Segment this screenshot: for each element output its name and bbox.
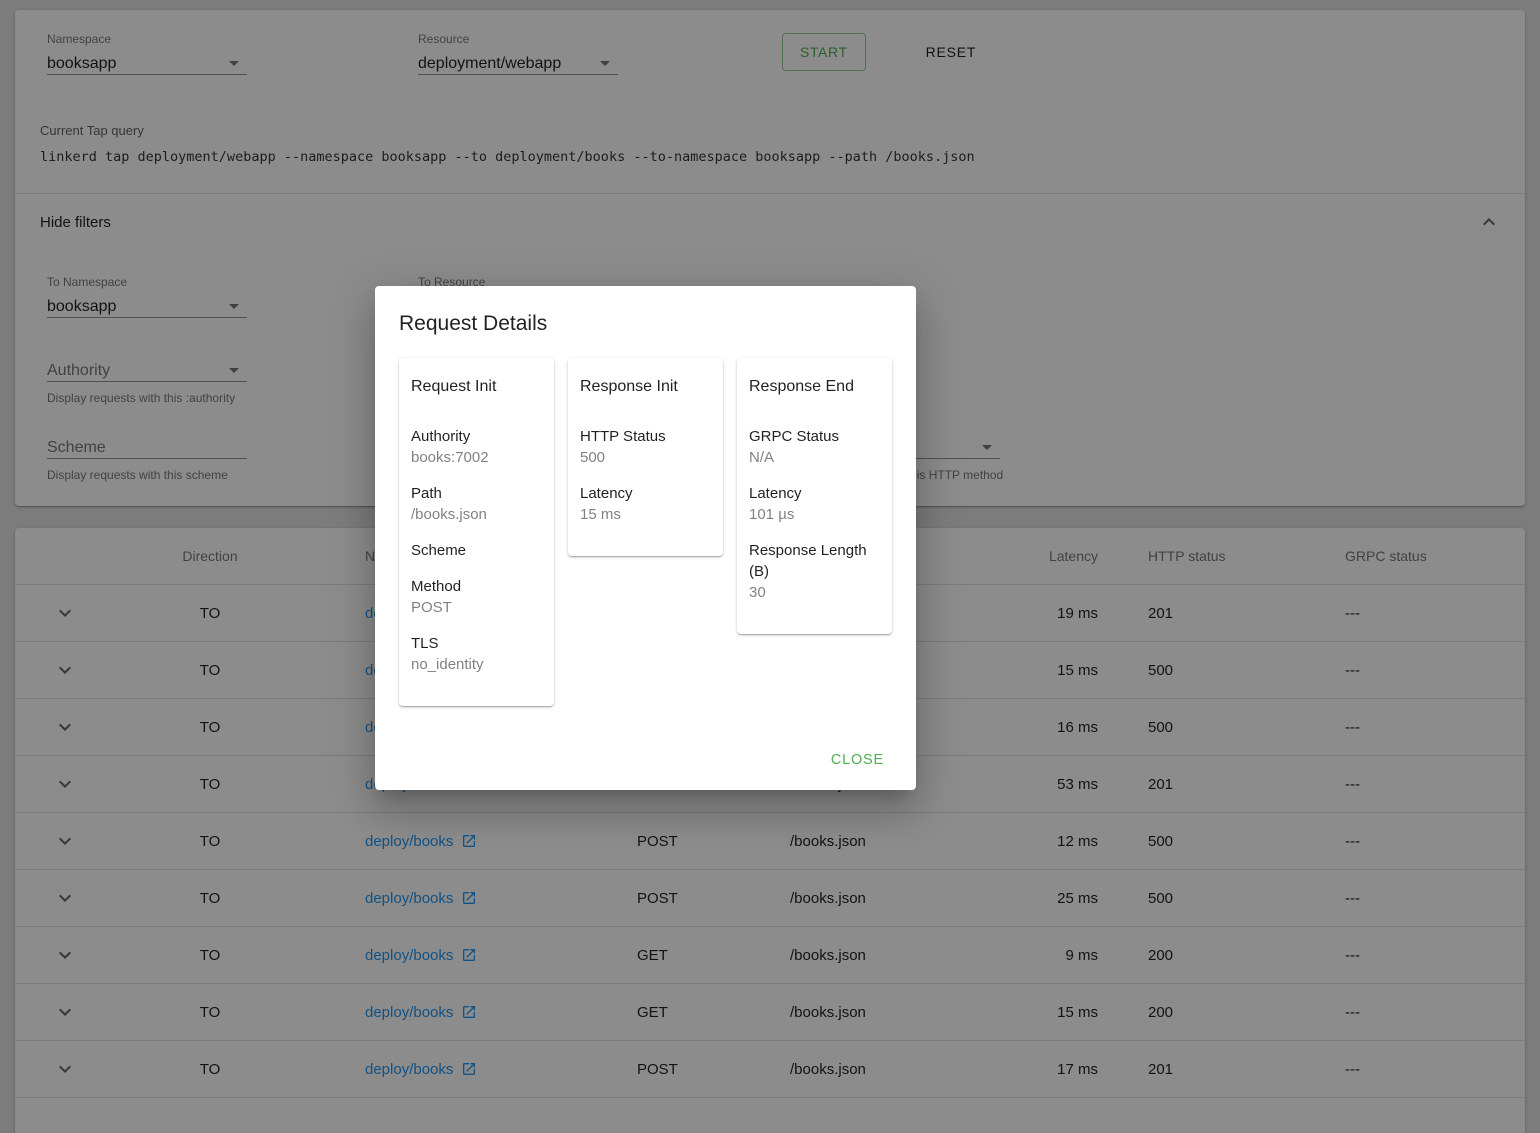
close-button[interactable]: CLOSE [823, 744, 892, 776]
modal-title: Request Details [399, 312, 548, 335]
detail-field: TLS no_identity [411, 635, 484, 673]
detail-field: Response Length (B) 30 [749, 542, 867, 601]
detail-card-title: Response End [749, 378, 854, 395]
detail-card: Response Init HTTP Status 500 Latency 15… [568, 358, 723, 556]
detail-card: Request Init Authority books:7002 Path /… [399, 358, 554, 706]
detail-field: Method POST [411, 578, 462, 616]
detail-card-title: Request Init [411, 378, 497, 395]
detail-field: Path /books.json [411, 485, 487, 523]
detail-field: HTTP Status 500 [580, 428, 666, 466]
request-details-modal: Request Details Request Init Authority b… [375, 286, 916, 790]
detail-field: Latency 101 µs [749, 485, 802, 523]
detail-field: Authority books:7002 [411, 428, 489, 466]
detail-field: GRPC Status N/A [749, 428, 840, 466]
detail-card: Response End GRPC Status N/A Latency 101… [737, 358, 892, 634]
detail-field: Latency 15 ms [580, 485, 633, 523]
detail-card-title: Response Init [580, 378, 678, 395]
detail-field: Scheme [411, 542, 467, 559]
